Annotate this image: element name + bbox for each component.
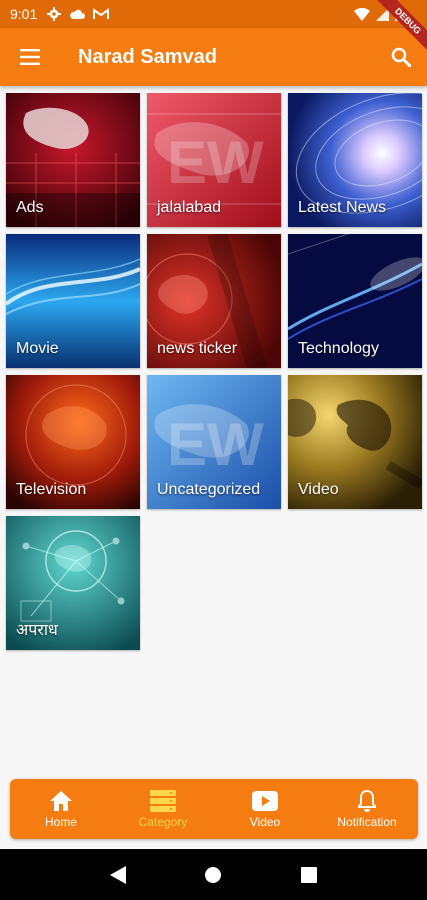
back-icon: [109, 865, 126, 884]
category-label: अपराध: [16, 622, 58, 639]
bottom-navigation: Home Category Video Notification: [10, 779, 418, 839]
category-label: Television: [16, 481, 87, 498]
video-icon: [252, 791, 278, 811]
gmail-icon: [93, 8, 110, 19]
category-label: Technology: [298, 340, 379, 357]
nav-video-label: Video: [249, 815, 281, 829]
category-label: jalalabad: [157, 199, 222, 216]
nav-category[interactable]: Category: [112, 779, 214, 839]
category-tile-apradh[interactable]: अपराध: [6, 516, 140, 650]
svg-text:EW: EW: [167, 129, 264, 196]
menu-button[interactable]: [0, 28, 60, 86]
settings-icon: [47, 7, 62, 21]
category-tile-ads[interactable]: Ads: [6, 93, 140, 227]
category-tile-latest-news[interactable]: Latest News: [288, 93, 422, 227]
category-label: Video: [298, 481, 339, 498]
wifi-icon: [354, 7, 370, 21]
svg-text:EW: EW: [167, 411, 264, 478]
back-button[interactable]: [103, 860, 133, 890]
category-label: Latest News: [298, 199, 387, 216]
nav-category-label: Category: [138, 815, 188, 829]
category-label: Ads: [16, 199, 44, 216]
category-grid: Ads EW jalalabad Latest News Movie news …: [6, 93, 422, 650]
category-label: Uncategorized: [157, 481, 261, 498]
category-tile-television[interactable]: Television: [6, 375, 140, 509]
category-label: Movie: [16, 340, 59, 357]
bell-icon: [358, 790, 376, 812]
app-title: Narad Samvad: [78, 45, 217, 68]
status-bar: 9:01: [0, 0, 427, 28]
android-navigation-bar: [0, 849, 427, 900]
category-tile-news-ticker[interactable]: news ticker: [147, 234, 281, 368]
app-bar: Narad Samvad: [0, 28, 427, 86]
home-icon: [50, 791, 72, 811]
nav-notification-label: Notification: [337, 815, 397, 829]
nav-notification[interactable]: Notification: [316, 779, 418, 839]
recents-icon: [301, 866, 318, 883]
search-icon: [391, 47, 411, 67]
category-tile-video[interactable]: Video: [288, 375, 422, 509]
status-time: 9:01: [10, 6, 38, 22]
hamburger-menu-icon: [20, 49, 40, 65]
nav-home[interactable]: Home: [10, 779, 112, 839]
home-system-button[interactable]: [198, 860, 228, 890]
recents-button[interactable]: [294, 860, 324, 890]
nav-video[interactable]: Video: [214, 779, 316, 839]
category-tile-technology[interactable]: Technology: [288, 234, 422, 368]
cloud-icon: [70, 9, 86, 19]
category-tile-movie[interactable]: Movie: [6, 234, 140, 368]
nav-home-label: Home: [44, 815, 77, 829]
category-tile-jalalabad[interactable]: EW jalalabad: [147, 93, 281, 227]
category-label: news ticker: [157, 340, 238, 357]
category-icon: [150, 790, 176, 812]
category-tile-uncategorized[interactable]: EW Uncategorized: [147, 375, 281, 509]
circle-home-icon: [205, 866, 222, 883]
